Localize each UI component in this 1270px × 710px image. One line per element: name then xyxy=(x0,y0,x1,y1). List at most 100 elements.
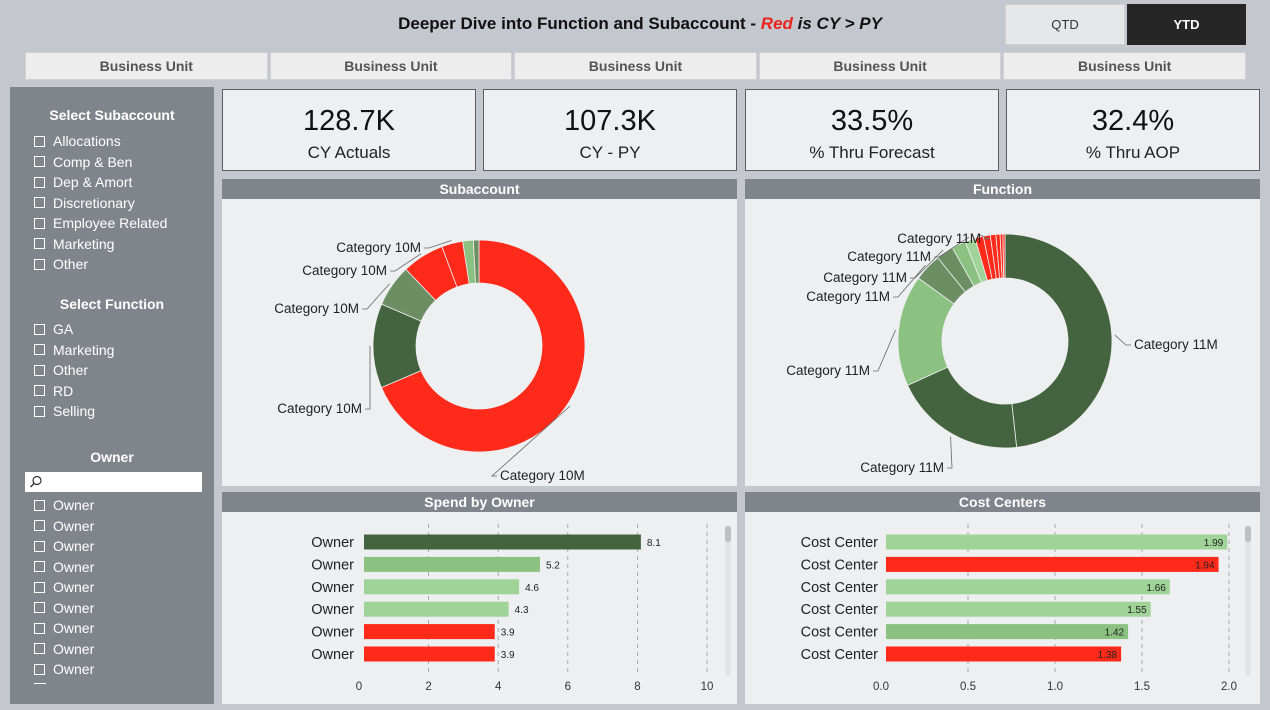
category-label: Owner xyxy=(311,580,354,596)
checkbox-icon[interactable] xyxy=(34,385,45,397)
subaccount-option[interactable]: Dep & Amort xyxy=(34,172,167,193)
checkbox-icon[interactable] xyxy=(34,561,45,573)
owner-filter-list: Owner Owner Owner Owner Owner Owner Owne… xyxy=(34,495,94,680)
business-unit-tab[interactable]: Business Unit xyxy=(1003,52,1246,80)
bar[interactable] xyxy=(364,579,520,595)
subaccount-option[interactable]: Marketing xyxy=(34,234,167,255)
page-title: Deeper Dive into Function and Subaccount… xyxy=(300,14,980,34)
option-label: Owner xyxy=(53,579,95,596)
subaccount-donut-chart: Category 10M Category 10M Category 10M Cate… xyxy=(274,239,586,483)
subaccount-option[interactable]: Employee Related xyxy=(34,213,167,234)
option-label: Owner xyxy=(53,517,95,534)
checkbox-icon[interactable] xyxy=(34,258,45,270)
scrollbar-thumb[interactable] xyxy=(725,526,731,542)
bar[interactable] xyxy=(364,624,495,640)
bar[interactable] xyxy=(364,646,495,662)
data-label: 5.2 xyxy=(546,560,560,571)
data-label: 4.6 xyxy=(525,583,539,594)
owner-option[interactable]: Owner xyxy=(34,536,94,557)
ytd-button[interactable]: YTD xyxy=(1127,4,1246,45)
checkbox-icon[interactable] xyxy=(34,581,45,593)
business-unit-tab[interactable]: Business Unit xyxy=(514,52,757,80)
scrollbar[interactable] xyxy=(1245,526,1251,676)
owner-option[interactable]: Owner xyxy=(34,557,94,578)
owner-option[interactable]: Owner xyxy=(34,659,94,680)
bar[interactable] xyxy=(364,556,540,572)
kpi-label: % Thru Forecast xyxy=(809,143,935,162)
checkbox-icon[interactable] xyxy=(34,238,45,250)
option-label: RD xyxy=(53,382,74,399)
x-tick-label: 8 xyxy=(634,681,640,693)
title-red-word: Red xyxy=(760,14,793,33)
function-filter-list: GA Marketing Other RD Selling xyxy=(34,319,114,422)
function-option[interactable]: Marketing xyxy=(34,340,114,361)
leader-line xyxy=(947,436,953,469)
option-label: Owner xyxy=(53,538,95,555)
owner-option[interactable]: Owner xyxy=(34,516,94,537)
function-option[interactable]: GA xyxy=(34,319,114,340)
checkbox-icon[interactable] xyxy=(34,622,45,634)
checkbox-icon[interactable] xyxy=(34,405,45,417)
slice-label: Category 11M xyxy=(897,231,981,246)
bar[interactable] xyxy=(364,534,641,550)
subaccount-option[interactable]: Allocations xyxy=(34,131,167,152)
checkbox-icon[interactable] xyxy=(34,663,45,675)
option-label: Selling xyxy=(53,403,96,420)
data-label: 4.3 xyxy=(515,605,529,616)
subaccount-option[interactable]: Other xyxy=(34,254,167,275)
bar[interactable] xyxy=(886,556,1219,572)
function-option[interactable]: RD xyxy=(34,381,114,402)
subaccount-option[interactable]: Discretionary xyxy=(34,193,167,214)
qtd-button[interactable]: QTD xyxy=(1005,4,1125,45)
function-option[interactable]: Other xyxy=(34,360,114,381)
kpi-card-thru-forecast: 33.5% % Thru Forecast xyxy=(745,89,999,171)
bar[interactable] xyxy=(364,601,509,617)
checkbox-icon[interactable] xyxy=(34,643,45,655)
slice-label: Category 11M xyxy=(823,270,907,285)
scrollbar-thumb[interactable] xyxy=(1245,526,1251,542)
kpi-value: 107.3K xyxy=(564,105,656,137)
bar[interactable] xyxy=(886,579,1170,595)
owner-option[interactable]: Owner xyxy=(34,618,94,639)
business-unit-tab[interactable]: Business Unit xyxy=(758,52,1002,80)
donut-slice[interactable] xyxy=(1004,233,1113,448)
checkbox-icon[interactable] xyxy=(34,217,45,229)
checkbox-icon[interactable] xyxy=(34,520,45,532)
business-unit-tab[interactable]: Business Unit xyxy=(25,52,268,80)
owner-search-input[interactable] xyxy=(25,472,202,492)
kpi-value: 32.4% xyxy=(1091,105,1175,137)
cost-centers-bar-chart: 0.0 0.5 1.0 1.5 2.0 Cost Center 1.99 Cost Cente… xyxy=(801,524,1251,693)
checkbox-icon[interactable] xyxy=(34,197,45,209)
kpi-card-cy-minus-py: 107.3K CY - PY xyxy=(483,89,737,171)
owner-option[interactable]: Owner xyxy=(34,577,94,598)
subaccount-option[interactable]: Comp & Ben xyxy=(34,152,167,173)
kpi-value: 33.5% xyxy=(830,105,914,137)
business-unit-tab[interactable]: Business Unit xyxy=(269,52,513,80)
bar[interactable] xyxy=(886,624,1129,640)
checkbox-icon[interactable] xyxy=(34,499,45,511)
panel-title: Subaccount xyxy=(222,179,737,199)
owner-option[interactable]: Owner xyxy=(34,598,94,619)
owner-option[interactable]: Owner xyxy=(34,639,94,660)
bar[interactable] xyxy=(886,646,1122,662)
slice-label: Category 11M xyxy=(1134,337,1218,352)
checkbox-icon[interactable] xyxy=(34,602,45,614)
spend-by-owner-bar-chart: 0 2 4 6 8 10 Owner 8.1 Owner 5.2 Owner 4.6 Owner 4.3 O… xyxy=(311,524,731,693)
checkbox-icon[interactable] xyxy=(34,135,45,147)
checkbox-icon[interactable] xyxy=(34,176,45,188)
checkbox-icon[interactable] xyxy=(34,323,45,335)
bar[interactable] xyxy=(886,534,1228,550)
scrollbar[interactable] xyxy=(725,526,731,676)
owner-option[interactable]: Owner xyxy=(34,495,94,516)
owner-filter-header: Owner xyxy=(90,449,134,465)
donut-slice[interactable] xyxy=(907,366,1018,449)
checkbox-icon[interactable] xyxy=(34,364,45,376)
option-label: GA xyxy=(53,321,74,338)
bar[interactable] xyxy=(886,601,1151,617)
checkbox-icon[interactable] xyxy=(34,156,45,168)
function-option[interactable]: Selling xyxy=(34,401,114,422)
checkbox-icon[interactable] xyxy=(34,540,45,552)
slice-label: Category 10M xyxy=(336,240,421,255)
checkbox-icon[interactable] xyxy=(34,344,45,356)
function-donut-chart: Category 11M Category 11M Category 11M Cate… xyxy=(786,231,1218,475)
